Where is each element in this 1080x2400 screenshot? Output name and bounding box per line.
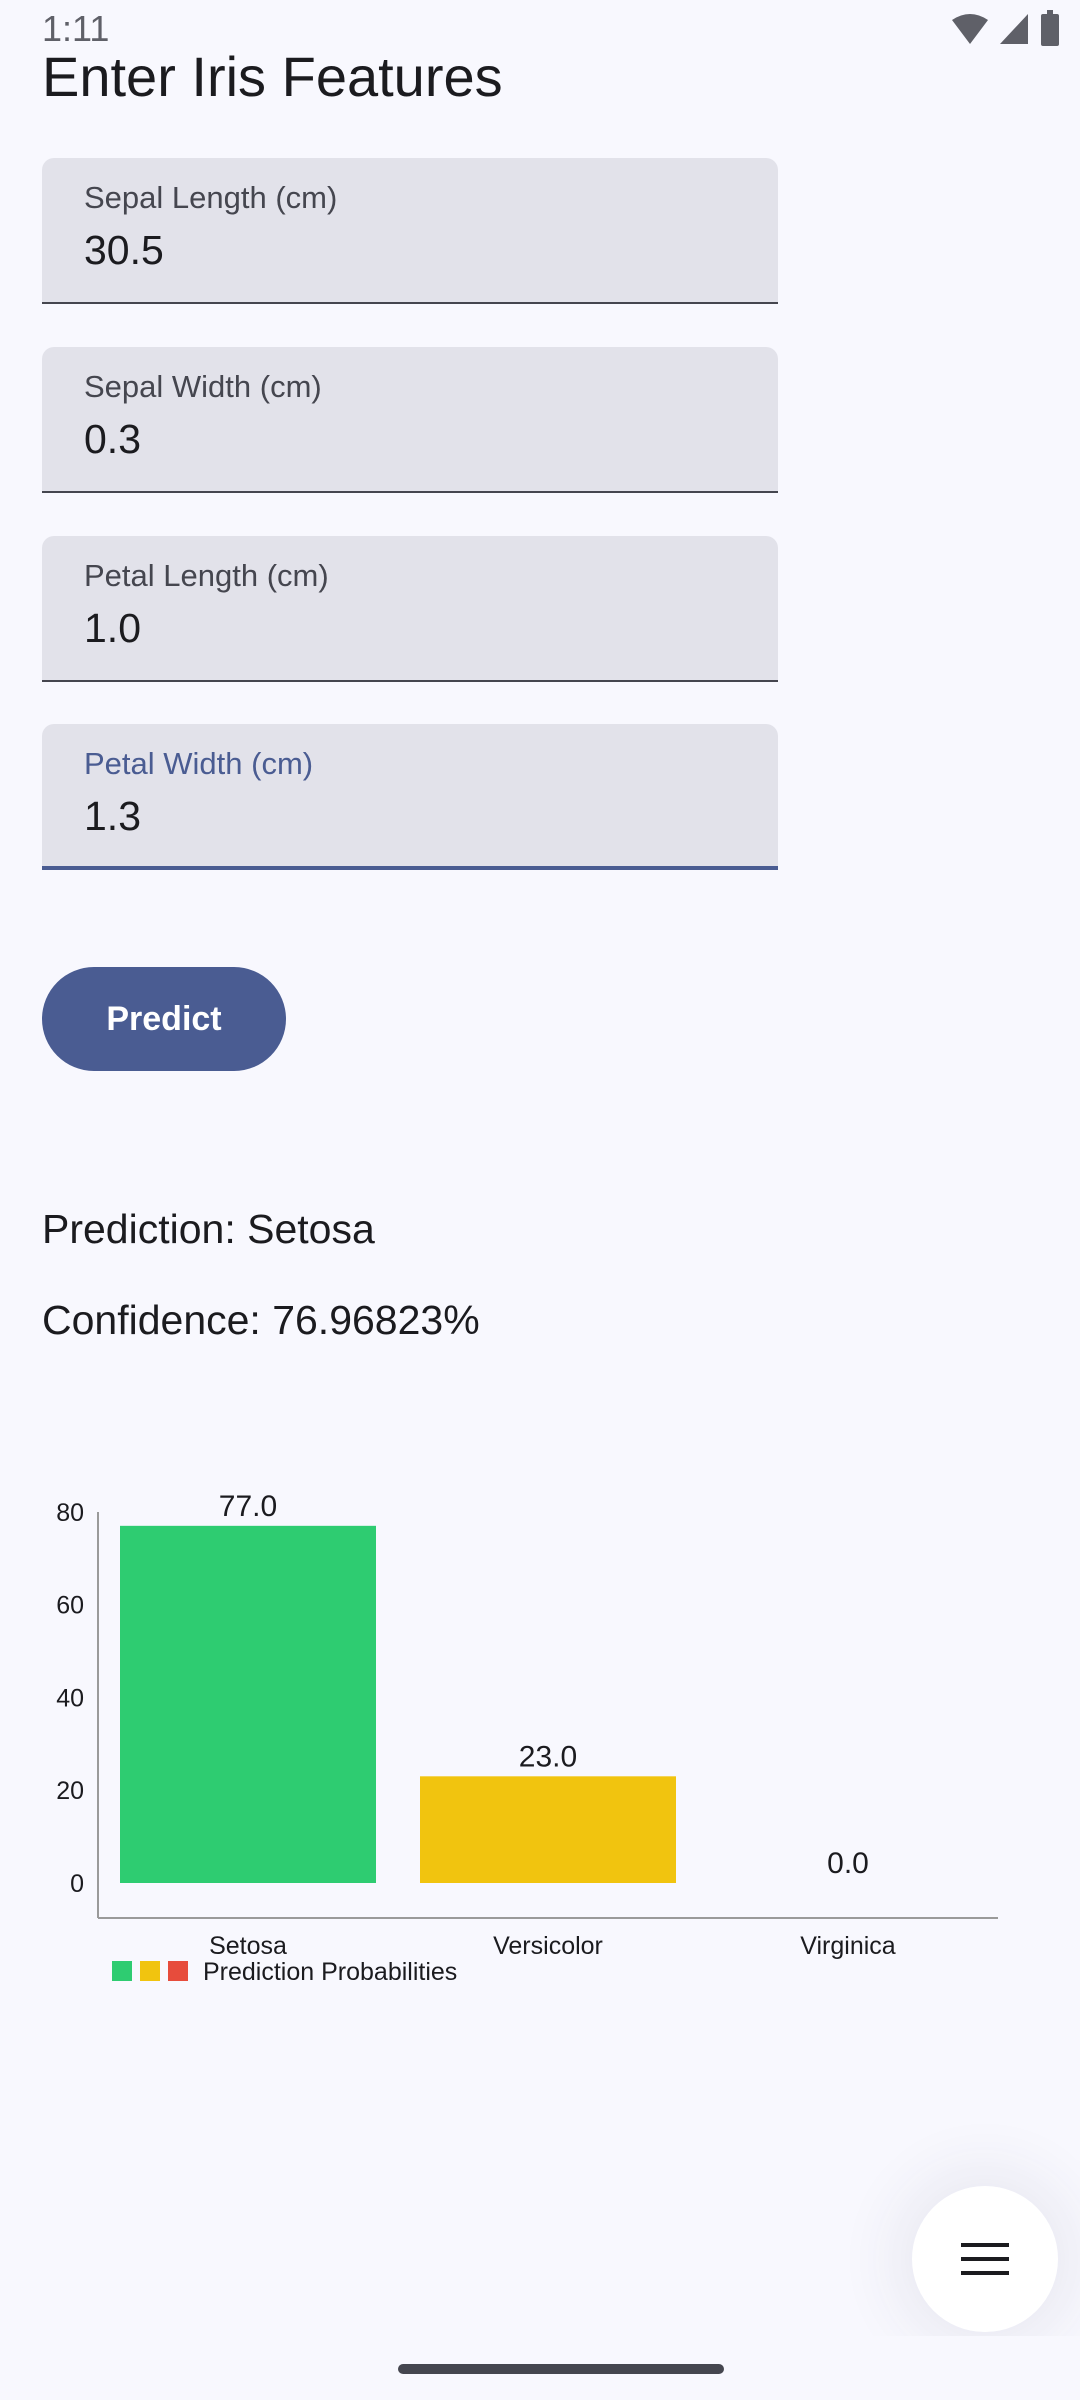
x-tick-label: Virginica [800, 1932, 896, 1960]
petal-width-label: Petal Width (cm) [84, 746, 314, 781]
status-icons [880, 0, 1080, 58]
petal-length-input[interactable] [84, 600, 734, 656]
probability-chart-svg: 0 20 40 60 80 77.0 Setosa 23.0 Versicolor 0.0 Virg… [56, 1490, 998, 1986]
legend-swatch [140, 1961, 160, 1981]
confidence-text: Confidence: 76.96823% [42, 1297, 480, 1343]
sepal-length-field[interactable]: Sepal Length (cm) [42, 158, 778, 304]
sepal-width-field[interactable]: Sepal Width (cm) [42, 347, 778, 493]
legend-swatch [168, 1961, 188, 1981]
petal-width-input[interactable] [84, 788, 734, 844]
bar-value-label: 23.0 [519, 1740, 577, 1773]
signal-icon [1000, 14, 1028, 44]
x-tick-label: Setosa [209, 1932, 287, 1960]
menu-icon [961, 2243, 1009, 2275]
sepal-length-input[interactable] [84, 222, 734, 278]
petal-width-field[interactable]: Petal Width (cm) [42, 724, 778, 870]
predict-button[interactable]: Predict [42, 967, 286, 1071]
bar-value-label: 0.0 [827, 1847, 869, 1880]
legend-swatch [112, 1961, 132, 1981]
bar-versicolor [420, 1776, 676, 1883]
battery-icon [1041, 10, 1059, 46]
legend-label: Prediction Probabilities [203, 1958, 457, 1986]
y-tick-label: 20 [56, 1777, 84, 1805]
home-indicator[interactable] [398, 2364, 724, 2374]
sepal-width-input[interactable] [84, 411, 734, 467]
probability-chart: 0 20 40 60 80 77.0 Setosa 23.0 Versicolor 0.0 Virg… [0, 1480, 1080, 2000]
petal-length-label: Petal Length (cm) [84, 558, 329, 593]
menu-fab[interactable] [912, 2186, 1058, 2332]
y-tick-label: 40 [56, 1684, 84, 1712]
bar-setosa [120, 1525, 376, 1883]
y-tick-label: 0 [70, 1870, 84, 1898]
wifi-icon [952, 14, 988, 44]
prediction-text: Prediction: Setosa [42, 1206, 375, 1252]
page-title: Enter Iris Features [42, 45, 503, 108]
y-tick-label: 60 [56, 1592, 84, 1620]
sepal-length-label: Sepal Length (cm) [84, 180, 338, 215]
sepal-width-label: Sepal Width (cm) [84, 369, 322, 404]
bar-value-label: 77.0 [219, 1490, 277, 1523]
petal-length-field[interactable]: Petal Length (cm) [42, 536, 778, 682]
y-tick-label: 80 [56, 1499, 84, 1527]
x-tick-label: Versicolor [493, 1932, 603, 1960]
